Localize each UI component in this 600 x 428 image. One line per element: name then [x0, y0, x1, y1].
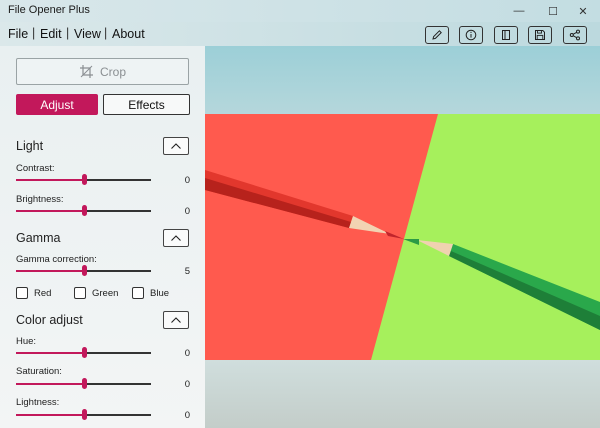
slider-fill: [16, 383, 84, 385]
gamma-correction-slider[interactable]: [0, 263, 160, 279]
red-checkbox[interactable]: [16, 287, 28, 299]
title-bar: File Opener Plus — ☐ ✕: [0, 0, 600, 22]
chevron-up-icon: [171, 143, 181, 149]
slider-thumb[interactable]: [82, 265, 87, 276]
app-title: File Opener Plus: [8, 4, 90, 16]
share-button[interactable]: [563, 26, 587, 44]
crop-label: Crop: [99, 64, 126, 79]
menu-separator: |: [104, 26, 108, 40]
chevron-up-icon: [171, 317, 181, 323]
pencil-icon: [432, 30, 442, 40]
open-book-button[interactable]: [494, 26, 518, 44]
menu-edit[interactable]: Edit: [40, 27, 62, 41]
save-icon: [535, 30, 545, 40]
crop-icon: [79, 65, 93, 78]
slider-thumb[interactable]: [82, 347, 87, 358]
menu-file[interactable]: File: [8, 27, 28, 41]
slider-fill: [16, 270, 84, 272]
brightness-slider[interactable]: [0, 203, 160, 219]
color-adjust-collapse-button[interactable]: [163, 311, 189, 329]
menu-about[interactable]: About: [112, 27, 145, 41]
tab-adjust[interactable]: Adjust: [16, 94, 98, 115]
slider-fill: [16, 179, 84, 181]
contrast-slider[interactable]: [0, 172, 160, 188]
info-icon: [465, 29, 477, 41]
book-icon: [502, 30, 510, 40]
green-label: Green: [92, 288, 119, 299]
edit-button[interactable]: [425, 26, 449, 44]
hue-slider[interactable]: [0, 345, 160, 361]
blue-checkbox[interactable]: [132, 287, 144, 299]
adjust-panel: Crop Adjust Effects Light Contrast: 0 Br…: [0, 46, 205, 428]
saturation-value: 0: [184, 379, 190, 390]
slider-thumb[interactable]: [82, 409, 87, 420]
light-collapse-button[interactable]: [163, 137, 189, 155]
photo: [205, 114, 600, 360]
menu-separator: |: [66, 26, 70, 40]
red-label: Red: [34, 288, 52, 299]
close-button[interactable]: ✕: [566, 0, 600, 22]
slider-fill: [16, 210, 84, 212]
chevron-up-icon: [171, 235, 181, 241]
save-button[interactable]: [528, 26, 552, 44]
crop-button[interactable]: Crop: [16, 58, 189, 85]
tab-effects[interactable]: Effects: [103, 94, 190, 115]
share-icon: [569, 29, 580, 41]
maximize-button[interactable]: ☐: [536, 0, 570, 22]
slider-thumb[interactable]: [82, 378, 87, 389]
lightness-slider[interactable]: [0, 407, 160, 423]
color-adjust-section-title: Color adjust: [16, 313, 83, 327]
slider-thumb[interactable]: [82, 174, 87, 185]
menu-view[interactable]: View: [74, 27, 101, 41]
gamma-correction-value: 5: [184, 266, 190, 277]
gamma-collapse-button[interactable]: [163, 229, 189, 247]
slider-fill: [16, 352, 84, 354]
lightness-value: 0: [184, 410, 190, 421]
contrast-value: 0: [184, 175, 190, 186]
blue-label: Blue: [150, 288, 170, 299]
saturation-slider[interactable]: [0, 376, 160, 392]
slider-fill: [16, 414, 84, 416]
info-button[interactable]: [459, 26, 483, 44]
light-section-title: Light: [16, 139, 44, 153]
menu-separator: |: [32, 26, 36, 40]
hue-value: 0: [184, 348, 190, 359]
brightness-value: 0: [184, 206, 190, 217]
minimize-button[interactable]: —: [502, 0, 536, 22]
image-viewer[interactable]: [205, 46, 600, 428]
gamma-section-title: Gamma: [16, 231, 61, 245]
green-checkbox[interactable]: [74, 287, 86, 299]
slider-thumb[interactable]: [82, 205, 87, 216]
